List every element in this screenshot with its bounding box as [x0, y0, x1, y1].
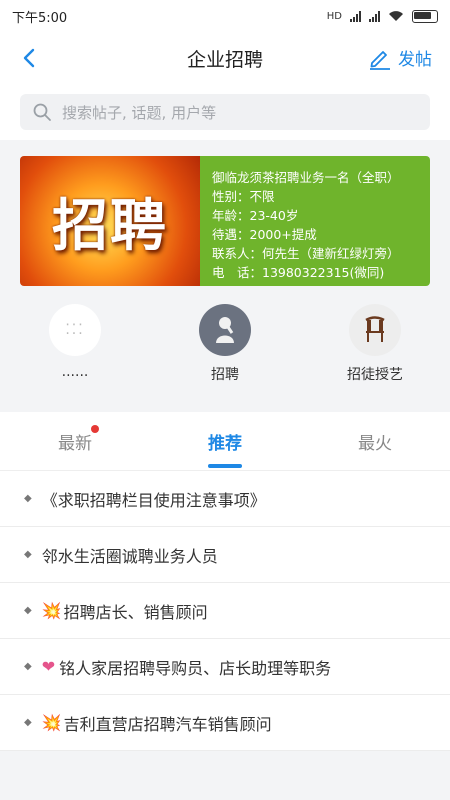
list-item[interactable]: ◆ 《求职招聘栏目使用注意事项》 [0, 471, 450, 527]
post-button[interactable]: 发帖 [368, 45, 432, 70]
status-time: 下午5:00 [12, 10, 68, 26]
banner-line: 待遇：2000+提成 [212, 227, 317, 242]
banner-line: 电 话：13980322315(微同) [212, 265, 385, 280]
wifi-icon [389, 11, 403, 21]
search-icon [33, 103, 51, 121]
feed-tabs: 最新 推荐 最火 [0, 412, 450, 471]
chair-icon [349, 304, 401, 356]
category-shortcuts: ⁚⁚⁚ ...... 招聘 招徒授艺 [0, 300, 450, 404]
heart-icon: ❤ [41, 657, 56, 676]
explosion-icon: 💥 [41, 601, 62, 620]
tab-latest[interactable]: 最新 [0, 412, 150, 470]
shortcut-recruit[interactable]: 招聘 [165, 304, 285, 384]
pencil-icon [370, 50, 390, 70]
back-icon[interactable] [18, 46, 42, 70]
post-title: 《求职招聘栏目使用注意事项》 [41, 490, 266, 510]
list-item[interactable]: ◆ 💥 招聘店长、销售顾问 [0, 583, 450, 639]
unread-dot [91, 425, 99, 433]
tab-label: 最新 [58, 433, 92, 454]
shortcut-label: ...... [61, 364, 89, 380]
shortcut-label: 招聘 [211, 367, 239, 383]
diamond-bullet-icon: ◆ [24, 549, 32, 560]
post-title: 邻水生活圈诚聘业务人员 [41, 546, 218, 566]
tab-label: 推荐 [208, 433, 242, 454]
search-input[interactable]: 搜索帖子, 话题, 用户等 [20, 94, 430, 130]
list-item[interactable]: ◆ 💥 吉利直营店招聘汽车销售顾问 [0, 695, 450, 751]
tab-label: 最火 [358, 433, 392, 454]
explosion-icon: 💥 [41, 713, 62, 732]
search-placeholder: 搜索帖子, 话题, 用户等 [62, 103, 217, 122]
page-title: 企业招聘 [186, 48, 263, 71]
person-thinking-icon [199, 304, 251, 356]
post-title: 铭人家居招聘导购员、店长助理等职务 [59, 658, 332, 678]
banner-line: 御临龙须茶招聘业务一名（全职） [212, 170, 400, 185]
post-title: 招聘店长、销售顾问 [63, 602, 208, 622]
banner-big-text: 招聘 [52, 192, 168, 259]
banner-graphic: 招聘 [20, 156, 200, 286]
signal-icon-2 [369, 10, 380, 22]
banner-info: 御临龙须茶招聘业务一名（全职） 性别：不限 年龄：23-40岁 待遇：2000+… [200, 156, 430, 286]
banner-container: 招聘 御临龙须茶招聘业务一名（全职） 性别：不限 年龄：23-40岁 待遇：20… [0, 140, 450, 300]
banner-line: 联系人：何先生（建新红绿灯旁） [212, 246, 400, 261]
shortcut-apprentice[interactable]: 招徒授艺 [315, 304, 435, 384]
post-title: 吉利直营店招聘汽车销售顾问 [63, 714, 272, 734]
status-bar: 下午5:00 HD [0, 0, 450, 32]
tab-hottest[interactable]: 最火 [300, 412, 450, 470]
tab-recommended[interactable]: 推荐 [150, 412, 300, 470]
post-label: 发帖 [398, 50, 432, 70]
shortcut-label: 招徒授艺 [347, 367, 403, 383]
banner-line: 年龄：23-40岁 [212, 208, 299, 223]
shortcut-more[interactable]: ⁚⁚⁚ ...... [15, 304, 135, 380]
diamond-bullet-icon: ◆ [24, 717, 32, 728]
diamond-bullet-icon: ◆ [24, 605, 32, 616]
diamond-bullet-icon: ◆ [24, 661, 32, 672]
recruit-banner[interactable]: 招聘 御临龙须茶招聘业务一名（全职） 性别：不限 年龄：23-40岁 待遇：20… [20, 156, 430, 286]
hd-label: HD [326, 10, 342, 22]
search-container: 搜索帖子, 话题, 用户等 [0, 84, 450, 140]
banner-line: 性别：不限 [212, 189, 275, 204]
post-list: ◆ 《求职招聘栏目使用注意事项》 ◆ 邻水生活圈诚聘业务人员 ◆ 💥 招聘店长、… [0, 471, 450, 751]
status-icons: HD [326, 9, 438, 23]
nav-bar: 企业招聘 发帖 [0, 32, 450, 84]
signal-icon [350, 10, 361, 22]
list-item[interactable]: ◆ ❤ 铭人家居招聘导购员、店长助理等职务 [0, 639, 450, 695]
more-icon: ⁚⁚⁚ [49, 304, 101, 356]
diamond-bullet-icon: ◆ [24, 493, 32, 504]
battery-icon [412, 9, 438, 23]
list-item[interactable]: ◆ 邻水生活圈诚聘业务人员 [0, 527, 450, 583]
